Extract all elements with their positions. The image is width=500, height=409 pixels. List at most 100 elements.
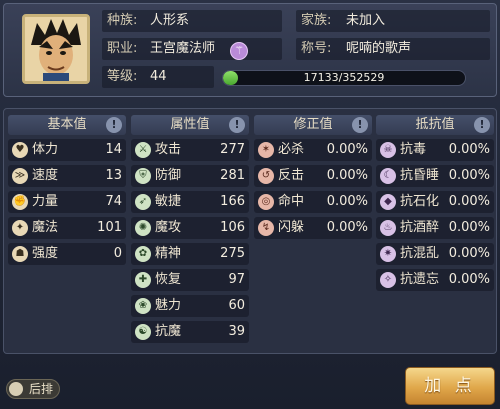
stat-name: 防御 bbox=[155, 168, 182, 183]
stat-value: 0 bbox=[113, 246, 122, 261]
attribute-stats-info-button[interactable]: ! bbox=[229, 117, 245, 133]
stat-row-recovery: ✚ 恢复 97 bbox=[131, 269, 249, 291]
stat-row-petrify-resist: ◆ 抗石化 0.00% bbox=[376, 191, 494, 213]
attribute-stats-header-label: 属性值 bbox=[170, 117, 210, 132]
modifier-stats-header-label: 修正值 bbox=[293, 117, 333, 132]
stat-value: 97 bbox=[228, 272, 245, 287]
stat-value: 281 bbox=[220, 168, 245, 183]
modifier-stats-header: 修正值 ! bbox=[254, 115, 372, 135]
stat-value: 106 bbox=[220, 220, 245, 235]
job-value: 王宫魔法师 bbox=[150, 41, 216, 56]
stat-name: 抗毒 bbox=[400, 142, 427, 157]
stat-name: 命中 bbox=[278, 194, 305, 209]
modifier-stats-info-button[interactable]: ! bbox=[352, 117, 368, 133]
attribute-stats-column: 属性值 ! ⚔ 攻击 277 ⛨ 防御 281 ➶ 敏捷 166 ✺ 魔攻 10… bbox=[131, 115, 249, 343]
stat-row-drunk-resist: ♨ 抗酒醉 0.00% bbox=[376, 217, 494, 239]
modifier-stats-column: 修正值 ! ✶ 必杀 0.00% ↺ 反击 0.00% ◎ 命中 0.00% ↯… bbox=[254, 115, 372, 239]
heart-icon: ♥ bbox=[12, 142, 28, 158]
base-stats-info-button[interactable]: ! bbox=[106, 117, 122, 133]
family-value: 未加入 bbox=[346, 13, 386, 28]
base-stats-column: 基本值 ! ♥ 体力 14 ≫ 速度 13 ✊ 力量 74 ✦ 魔法 101 ☗… bbox=[8, 115, 126, 265]
amnesia-resist-icon: ✧ bbox=[380, 272, 396, 288]
sleep-resist-icon: ☾ bbox=[380, 168, 396, 184]
stat-row-hp: ♥ 体力 14 bbox=[8, 139, 126, 161]
agility-icon: ➶ bbox=[135, 194, 151, 210]
stat-row-magic-resist: ☯ 抗魔 39 bbox=[131, 321, 249, 343]
resist-stats-column: 抵抗值 ! ☠ 抗毒 0.00% ☾ 抗昏睡 0.00% ◆ 抗石化 0.00%… bbox=[376, 115, 494, 291]
charm-icon: ❀ bbox=[135, 298, 151, 314]
stat-name: 强度 bbox=[32, 246, 59, 261]
stat-name: 魔攻 bbox=[155, 220, 182, 235]
stat-name: 抗酒醉 bbox=[400, 220, 440, 235]
add-points-button[interactable]: 加 点 bbox=[405, 367, 495, 405]
family-row: 家族: bbox=[296, 10, 490, 32]
stat-name: 抗魔 bbox=[155, 324, 182, 339]
dodge-icon: ↯ bbox=[258, 220, 274, 236]
stat-row-spirit: ✿ 精神 275 bbox=[131, 243, 249, 265]
resist-stats-header: 抵抗值 ! bbox=[376, 115, 494, 135]
stat-name: 闪躲 bbox=[278, 220, 305, 235]
stat-value: 0.00% bbox=[448, 220, 490, 235]
stat-value: 60 bbox=[228, 298, 245, 313]
stat-value: 275 bbox=[220, 246, 245, 261]
stat-name: 精神 bbox=[155, 246, 182, 261]
race-label: 种族: bbox=[107, 13, 138, 28]
hit-icon: ◎ bbox=[258, 194, 274, 210]
stat-row-dodge: ↯ 闪躲 0.00% bbox=[254, 217, 372, 239]
base-stats-header-label: 基本值 bbox=[47, 117, 87, 132]
experience-bar: 17133/352529 bbox=[222, 70, 466, 86]
stat-value: 0.00% bbox=[326, 194, 368, 209]
stat-value: 13 bbox=[105, 168, 122, 183]
stat-name: 必杀 bbox=[278, 142, 305, 157]
stat-value: 14 bbox=[105, 142, 122, 157]
stat-value: 0.00% bbox=[326, 168, 368, 183]
toggle-knob bbox=[9, 382, 23, 396]
title-value: 呢喃的歌声 bbox=[346, 41, 412, 56]
attack-icon: ⚔ bbox=[135, 142, 151, 158]
stat-value: 74 bbox=[105, 194, 122, 209]
stat-value: 0.00% bbox=[448, 168, 490, 183]
family-label: 家族: bbox=[301, 13, 332, 28]
petrify-resist-icon: ◆ bbox=[380, 194, 396, 210]
confusion-resist-icon: ✷ bbox=[380, 246, 396, 262]
stat-value: 0.00% bbox=[326, 220, 368, 235]
stat-row-poison-resist: ☠ 抗毒 0.00% bbox=[376, 139, 494, 161]
stat-row-confusion-resist: ✷ 抗混乱 0.00% bbox=[376, 243, 494, 265]
stat-row-charm: ❀ 魅力 60 bbox=[131, 295, 249, 317]
profile-panel: 种族: 人形系 家族: 未加入 职业: 王宫魔法师 ⚚ 称号: 呢喃的歌声 等级… bbox=[3, 3, 497, 97]
stat-value: 0.00% bbox=[326, 142, 368, 157]
stat-row-defense: ⛨ 防御 281 bbox=[131, 165, 249, 187]
stat-name: 敏捷 bbox=[155, 194, 182, 209]
stat-name: 抗混乱 bbox=[400, 246, 440, 261]
stat-value: 0.00% bbox=[448, 272, 490, 287]
back-row-toggle-label: 后排 bbox=[29, 382, 54, 396]
level-label: 等级: bbox=[107, 69, 138, 84]
stat-name: 魔法 bbox=[32, 220, 59, 235]
defense-icon: ⛨ bbox=[135, 168, 151, 184]
stat-value: 0.00% bbox=[448, 194, 490, 209]
back-row-toggle[interactable]: 后排 bbox=[6, 379, 60, 399]
stat-name: 抗遗忘 bbox=[400, 272, 440, 287]
stat-value: 0.00% bbox=[448, 142, 490, 157]
stat-row-magic: ✦ 魔法 101 bbox=[8, 217, 126, 239]
magic-resist-icon: ☯ bbox=[135, 324, 151, 340]
resist-stats-info-button[interactable]: ! bbox=[474, 117, 490, 133]
spirit-icon: ✿ bbox=[135, 246, 151, 262]
base-stats-header: 基本值 ! bbox=[8, 115, 126, 135]
stat-row-speed: ≫ 速度 13 bbox=[8, 165, 126, 187]
strength-icon: ✊ bbox=[12, 194, 28, 210]
character-avatar[interactable] bbox=[22, 14, 90, 84]
speed-icon: ≫ bbox=[12, 168, 28, 184]
stat-name: 力量 bbox=[32, 194, 59, 209]
stat-row-agility: ➶ 敏捷 166 bbox=[131, 191, 249, 213]
stat-name: 速度 bbox=[32, 168, 59, 183]
stat-row-magic-attack: ✺ 魔攻 106 bbox=[131, 217, 249, 239]
experience-text: 17133/352529 bbox=[303, 71, 385, 84]
magic-icon: ✦ bbox=[12, 220, 28, 236]
stat-row-counter: ↺ 反击 0.00% bbox=[254, 165, 372, 187]
job-class-icon[interactable]: ⚚ bbox=[230, 42, 248, 60]
stat-name: 魅力 bbox=[155, 298, 182, 313]
poison-resist-icon: ☠ bbox=[380, 142, 396, 158]
stat-value: 0.00% bbox=[448, 246, 490, 261]
stat-row-critical: ✶ 必杀 0.00% bbox=[254, 139, 372, 161]
